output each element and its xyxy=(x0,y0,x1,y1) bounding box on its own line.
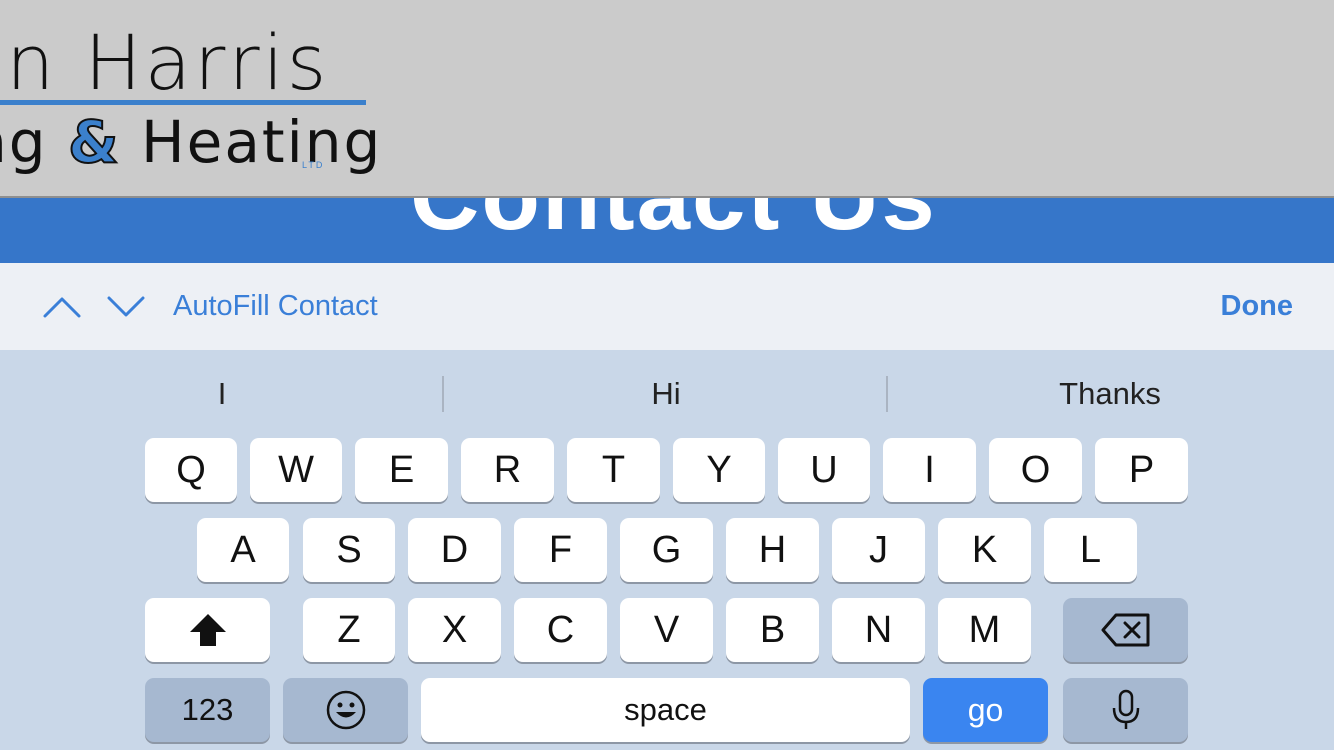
key-o[interactable]: O xyxy=(989,438,1082,502)
dictation-key[interactable] xyxy=(1063,678,1188,742)
key-e[interactable]: E xyxy=(355,438,448,502)
key-a[interactable]: A xyxy=(197,518,289,582)
key-t[interactable]: T xyxy=(567,438,660,502)
key-s[interactable]: S xyxy=(303,518,395,582)
prediction-2[interactable]: Hi xyxy=(456,376,876,412)
previous-field-button[interactable] xyxy=(40,285,84,329)
key-m[interactable]: M xyxy=(938,598,1031,662)
key-k[interactable]: K xyxy=(938,518,1031,582)
emoji-face-icon xyxy=(326,690,365,730)
logo-tagline-start: ng xyxy=(0,108,48,176)
space-key[interactable]: space xyxy=(421,678,910,742)
prediction-divider xyxy=(442,376,444,412)
microphone-icon xyxy=(1112,689,1139,729)
key-l[interactable]: L xyxy=(1044,518,1137,582)
logo-divider xyxy=(0,100,366,105)
key-p[interactable]: P xyxy=(1095,438,1188,502)
prediction-3[interactable]: Thanks xyxy=(900,376,1320,412)
delete-backward-icon xyxy=(1101,613,1149,647)
chevron-down-icon xyxy=(107,296,145,317)
key-w[interactable]: W xyxy=(250,438,342,502)
section-title: Contact Us xyxy=(410,198,937,252)
predictive-text-bar: I Hi Thanks xyxy=(0,350,1334,438)
logo-name-text: in Harris xyxy=(0,18,330,107)
prediction-1[interactable]: I xyxy=(12,376,432,412)
logo-tagline-end: Heating xyxy=(120,108,383,176)
key-u[interactable]: U xyxy=(778,438,870,502)
key-d[interactable]: D xyxy=(408,518,501,582)
web-page-header: in Harris ng & Heating LTD xyxy=(0,0,1334,198)
key-c[interactable]: C xyxy=(514,598,607,662)
logo-tagline-text: ng & Heating xyxy=(0,107,383,177)
key-r[interactable]: R xyxy=(461,438,554,502)
chevron-up-icon xyxy=(43,297,81,318)
next-field-button[interactable] xyxy=(104,285,148,329)
logo-ltd-text: LTD xyxy=(302,160,325,170)
numbers-key[interactable]: 123 xyxy=(145,678,270,742)
autofill-contact-button[interactable]: AutoFill Contact xyxy=(173,290,378,323)
done-button[interactable]: Done xyxy=(1221,290,1294,323)
on-screen-keyboard: I Hi Thanks Q W E R T Y U I O P A S D F … xyxy=(0,350,1334,750)
logo-ampersand: & xyxy=(67,107,121,177)
key-h[interactable]: H xyxy=(726,518,819,582)
key-n[interactable]: N xyxy=(832,598,925,662)
form-accessory-bar: AutoFill Contact Done xyxy=(0,263,1334,350)
key-v[interactable]: V xyxy=(620,598,713,662)
key-f[interactable]: F xyxy=(514,518,607,582)
key-g[interactable]: G xyxy=(620,518,713,582)
go-key[interactable]: go xyxy=(923,678,1048,742)
key-b[interactable]: B xyxy=(726,598,819,662)
key-x[interactable]: X xyxy=(408,598,501,662)
contact-section-banner: Contact Us xyxy=(0,198,1334,263)
emoji-key[interactable] xyxy=(283,678,408,742)
key-q[interactable]: Q xyxy=(145,438,237,502)
shift-arrow-icon xyxy=(189,614,226,646)
key-y[interactable]: Y xyxy=(673,438,765,502)
key-z[interactable]: Z xyxy=(303,598,395,662)
key-i[interactable]: I xyxy=(883,438,976,502)
backspace-key[interactable] xyxy=(1063,598,1188,662)
company-logo: in Harris ng & Heating LTD xyxy=(0,0,383,196)
prediction-divider xyxy=(886,376,888,412)
shift-key[interactable] xyxy=(145,598,270,662)
key-j[interactable]: J xyxy=(832,518,925,582)
